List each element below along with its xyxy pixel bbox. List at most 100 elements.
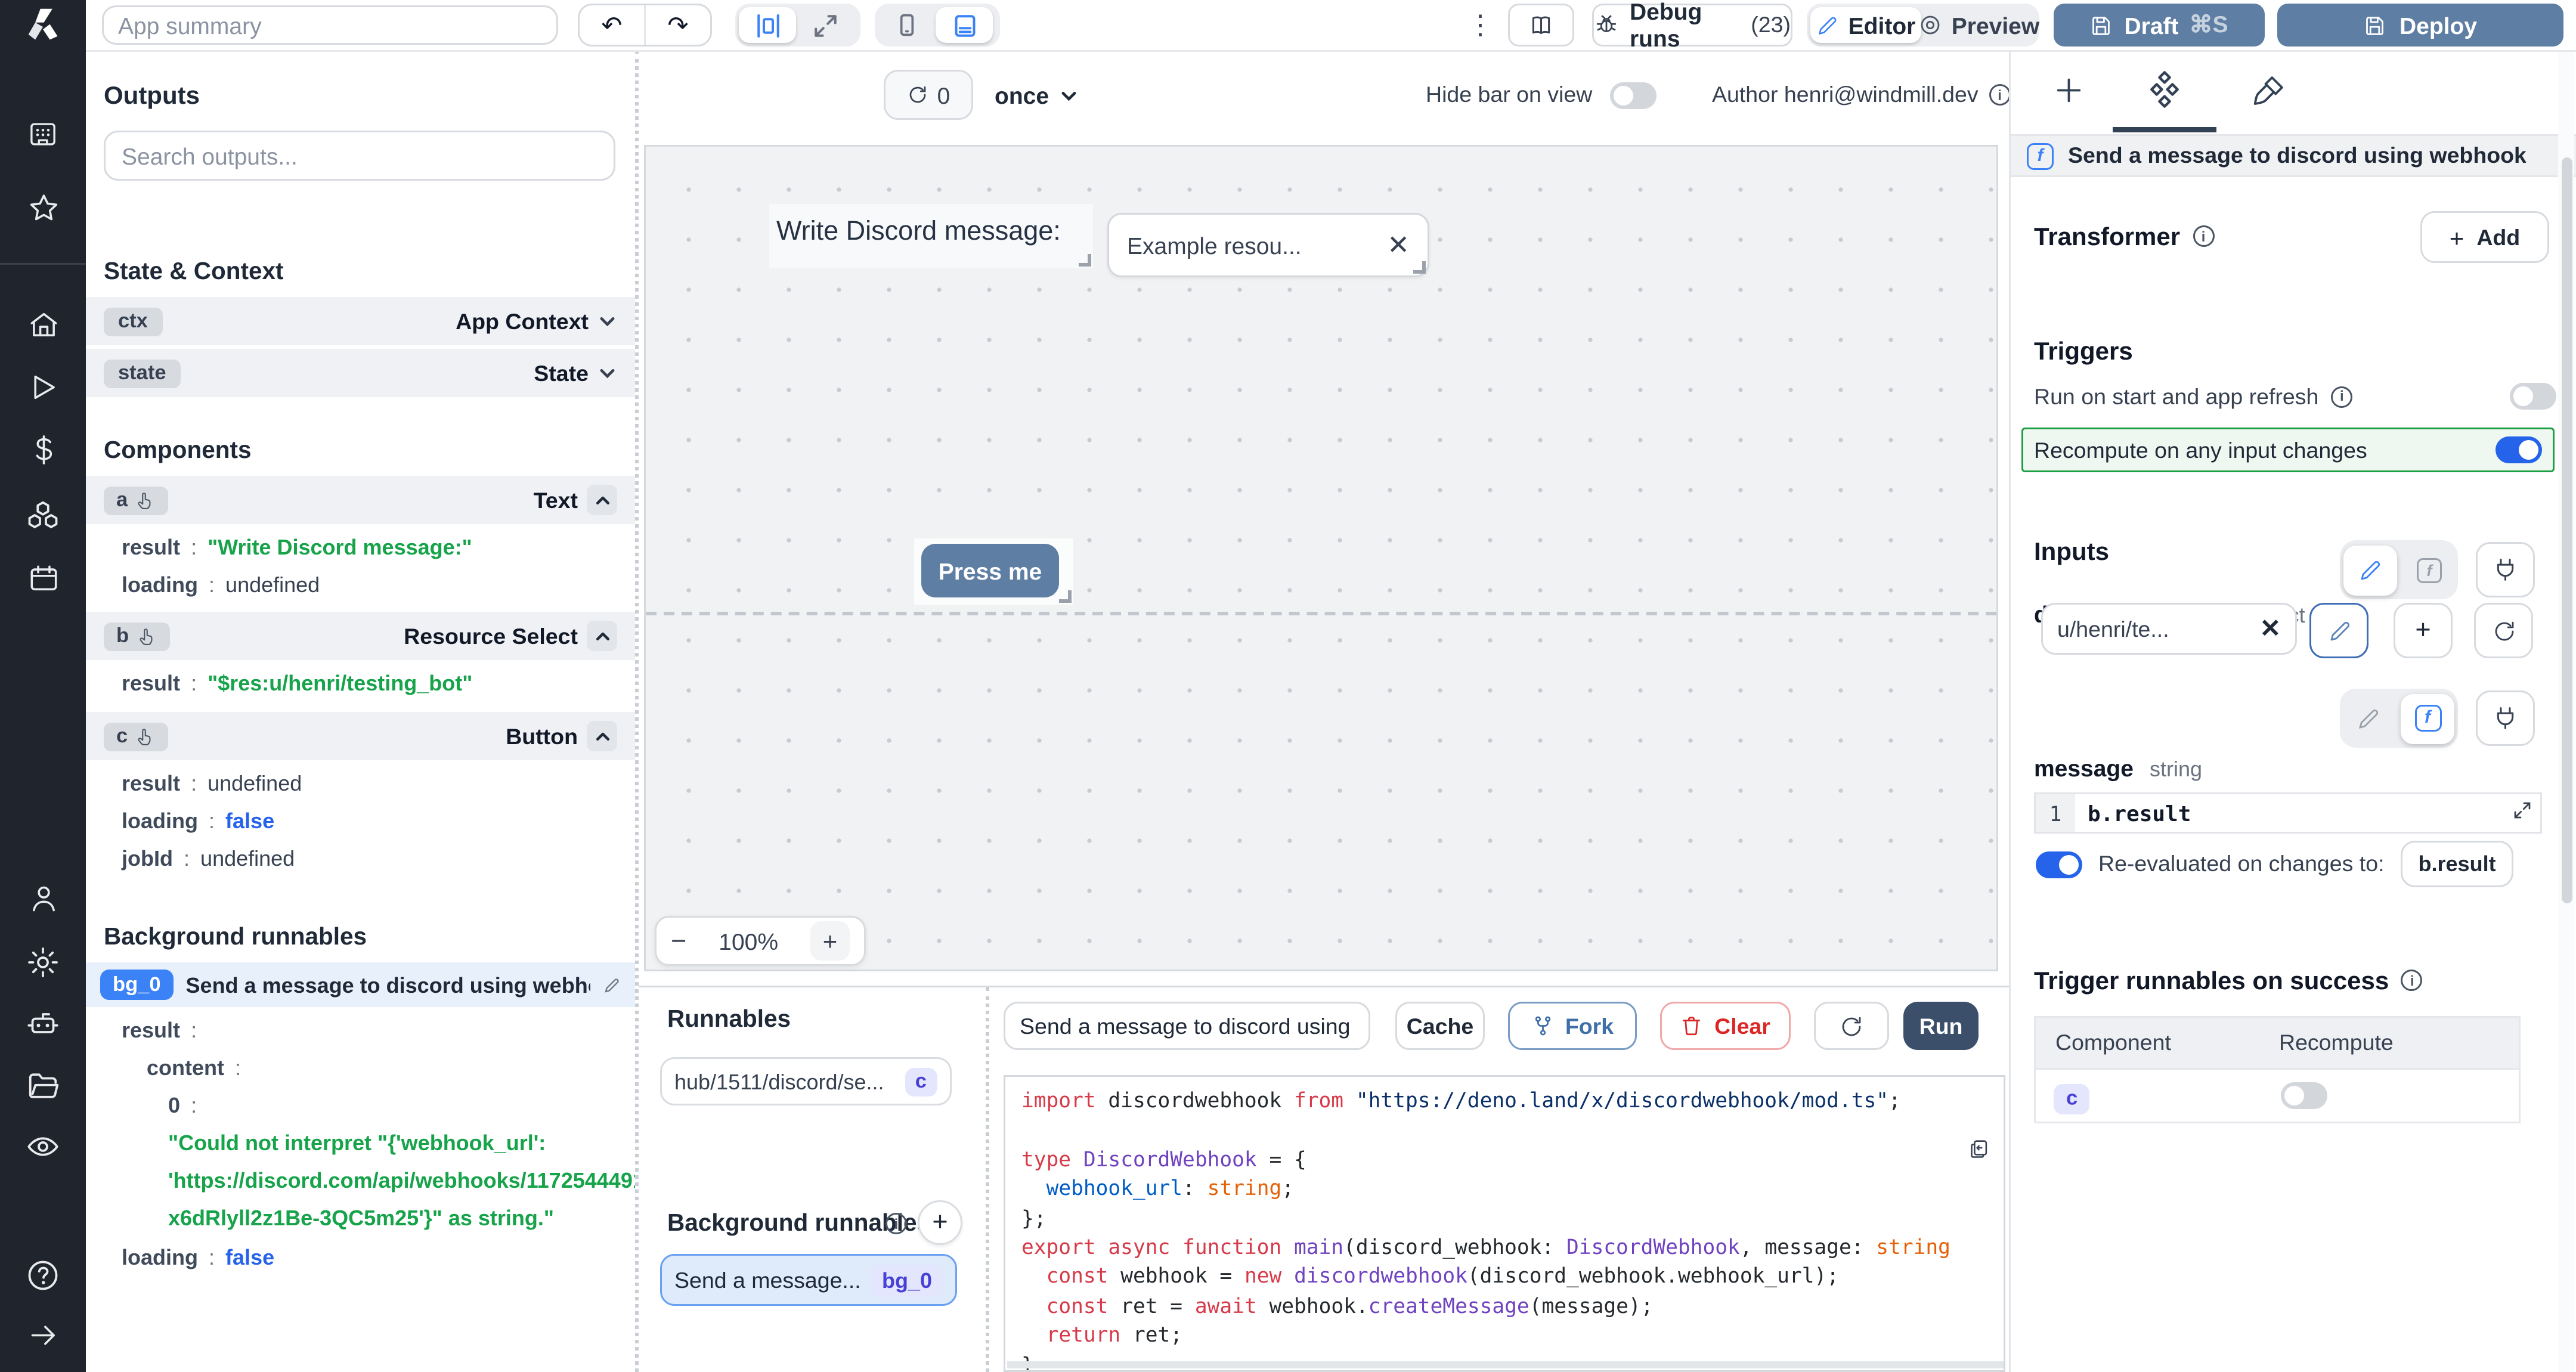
- reeval-toggle[interactable]: [2036, 851, 2082, 878]
- state-row[interactable]: state State: [86, 349, 635, 397]
- button-component-plate[interactable]: Press me: [914, 538, 1073, 605]
- folders-icon[interactable]: [0, 1068, 86, 1104]
- add-transformer-button[interactable]: + Add: [2420, 211, 2549, 263]
- app-editor: ↶ ↷ ⋮ Debug ru: [0, 0, 2576, 1372]
- run-on-start-toggle[interactable]: [2510, 383, 2556, 410]
- kv-line: content:: [86, 1055, 635, 1080]
- code-editor[interactable]: import discordwebhook from "https://deno…: [1004, 1075, 2005, 1372]
- runs-play-icon[interactable]: [0, 370, 86, 404]
- bg-runnable-item-selected[interactable]: Send a message... bg_0: [660, 1254, 957, 1306]
- info-icon[interactable]: i: [2401, 970, 2423, 991]
- run-button[interactable]: Run: [1903, 1002, 1979, 1050]
- schedules-calendar-icon[interactable]: [0, 562, 86, 596]
- audit-eye-icon[interactable]: [0, 1129, 86, 1165]
- desktop-view-button[interactable]: [936, 7, 993, 43]
- workers-robot-icon[interactable]: [0, 1005, 86, 1041]
- docs-book-button[interactable]: [1508, 4, 1574, 47]
- connect-plug-button[interactable]: [2476, 690, 2535, 746]
- edit-pencil-icon[interactable]: [603, 976, 621, 994]
- apps-icon[interactable]: [0, 118, 86, 150]
- kv-line: loading:false: [86, 1245, 635, 1270]
- collapse-chevron-up-icon[interactable]: [587, 721, 617, 751]
- recompute-toggle[interactable]: [2496, 436, 2542, 463]
- ctx-row[interactable]: ctx App Context: [86, 297, 635, 345]
- help-question-icon[interactable]: [0, 1258, 86, 1293]
- draft-button[interactable]: Draft ⌘S: [2054, 4, 2265, 47]
- text-component[interactable]: Write Discord message:: [769, 204, 1093, 268]
- hide-bar-toggle[interactable]: [1610, 82, 1657, 109]
- clear-x-icon[interactable]: ✕: [1387, 229, 1410, 261]
- collapse-chevron-up-icon[interactable]: [587, 621, 617, 651]
- fullwidth-layout-button[interactable]: [796, 7, 853, 43]
- search-outputs-input[interactable]: [104, 131, 615, 181]
- home-icon[interactable]: [0, 308, 86, 342]
- undo-button[interactable]: ↶: [580, 5, 644, 45]
- component-row-b[interactable]: b Resource Select: [86, 612, 635, 660]
- component-b-type: Resource Select: [404, 624, 578, 649]
- zoom-in-button[interactable]: +: [810, 921, 850, 961]
- redo-button[interactable]: ↷: [646, 5, 710, 45]
- resource-value-input[interactable]: u/henri/te... ✕: [2041, 603, 2297, 655]
- collapse-arrow-right-icon[interactable]: [0, 1318, 86, 1352]
- info-icon[interactable]: i: [2331, 386, 2352, 407]
- collapse-chevron-up-icon[interactable]: [587, 485, 617, 515]
- code-panel: Cache Fork Clear Run import discordwebho…: [986, 987, 2012, 1372]
- app-summary-input[interactable]: [102, 5, 558, 45]
- variables-dollar-icon[interactable]: [0, 433, 86, 467]
- debug-runs-button[interactable]: Debug runs (23): [1592, 4, 1792, 47]
- refresh-resource-button[interactable]: [2474, 603, 2533, 658]
- clear-button[interactable]: Clear: [1660, 1002, 1791, 1050]
- static-pencil-button[interactable]: [2343, 695, 2394, 742]
- center-layout-button[interactable]: [739, 7, 796, 43]
- users-person-icon[interactable]: [0, 882, 86, 916]
- info-icon[interactable]: i: [886, 1213, 907, 1234]
- app-canvas[interactable]: Write Discord message: Example resou... …: [644, 145, 1998, 971]
- bg0-row[interactable]: bg_0 Send a message to discord using web…: [86, 962, 635, 1007]
- settings-gear-icon[interactable]: [0, 944, 86, 980]
- fork-button[interactable]: Fork: [1508, 1002, 1637, 1050]
- message-expression-editor[interactable]: 1 b.result: [2034, 792, 2542, 834]
- copy-code-icon[interactable]: [1968, 1138, 1991, 1161]
- info-icon[interactable]: i: [2193, 225, 2214, 247]
- eval-f-button[interactable]: f: [2404, 547, 2454, 593]
- zoom-out-button[interactable]: −: [671, 926, 686, 956]
- component-row-a[interactable]: a Text: [86, 476, 635, 524]
- tab-preview[interactable]: Preview: [1921, 7, 2036, 43]
- tab-editor[interactable]: Editor: [1810, 7, 1921, 43]
- info-icon[interactable]: i: [1989, 84, 2011, 106]
- refresh-code-button[interactable]: [1814, 1002, 1889, 1050]
- code-hscrollbar[interactable]: [1007, 1361, 2005, 1368]
- component-row-c[interactable]: c Button: [86, 712, 635, 760]
- cache-button[interactable]: Cache: [1395, 1002, 1485, 1050]
- runnable-item[interactable]: hub/1511/discord/se... c: [660, 1057, 952, 1105]
- connect-plug-button[interactable]: [2476, 542, 2535, 597]
- tab-components-diamonds-icon[interactable]: [2145, 70, 2184, 109]
- tab-styling-brush-icon[interactable]: [2252, 73, 2286, 107]
- resource-select-component[interactable]: Example resou... ✕: [1107, 213, 1429, 277]
- kebab-menu-icon[interactable]: ⋮: [1467, 9, 1494, 41]
- deploy-button[interactable]: Deploy: [2277, 4, 2563, 47]
- static-pencil-button[interactable]: [2343, 545, 2397, 595]
- reeval-target-chip[interactable]: b.result: [2401, 841, 2514, 887]
- add-bg-runnable-button[interactable]: +: [918, 1200, 962, 1245]
- resources-cubes-icon[interactable]: [0, 497, 86, 533]
- expand-editor-icon[interactable]: [2512, 800, 2533, 821]
- script-title-input[interactable]: [1004, 1002, 1370, 1050]
- refresh-count-button[interactable]: 0: [884, 70, 973, 120]
- windmill-logo-icon[interactable]: [0, 5, 86, 47]
- panel-scrollbar[interactable]: [2558, 50, 2574, 1372]
- clear-resource-x-icon[interactable]: ✕: [2260, 614, 2281, 644]
- edit-resource-pencil-button[interactable]: [2309, 603, 2368, 658]
- tab-insert-plus-icon[interactable]: [2052, 73, 2086, 107]
- run-mode-dropdown[interactable]: once: [995, 70, 1079, 120]
- chevron-down-icon: [1060, 85, 1079, 105]
- resize-handle[interactable]: [1079, 254, 1091, 267]
- resize-handle[interactable]: [1413, 261, 1426, 274]
- favorites-star-icon[interactable]: [0, 191, 86, 225]
- press-me-button[interactable]: Press me: [921, 544, 1059, 597]
- row-recompute-toggle[interactable]: [2281, 1082, 2327, 1109]
- resize-handle[interactable]: [1059, 590, 1072, 603]
- mobile-view-button[interactable]: [878, 7, 936, 43]
- eval-f-button[interactable]: f: [2401, 693, 2454, 744]
- create-resource-plus-button[interactable]: +: [2394, 603, 2453, 658]
